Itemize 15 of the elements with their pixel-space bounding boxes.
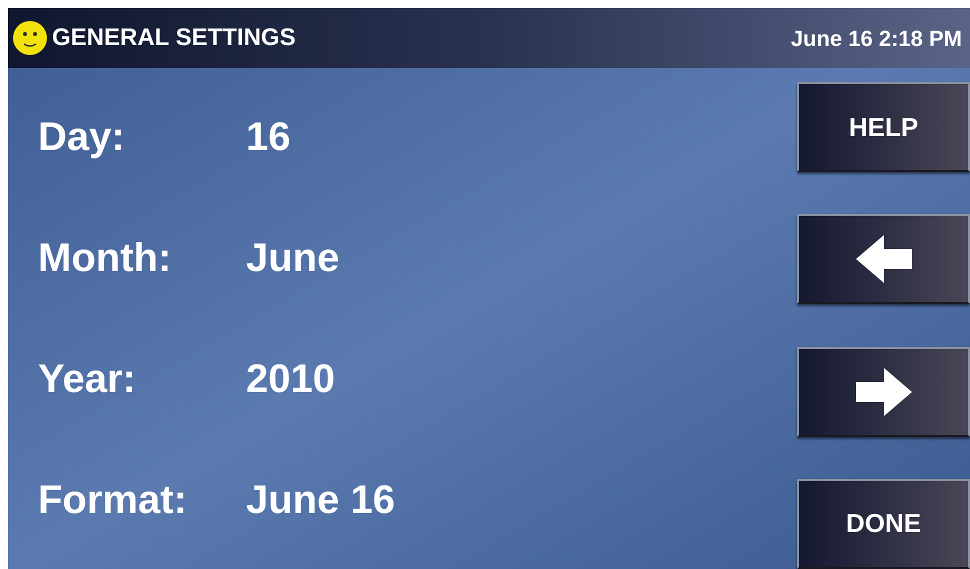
field-value: June 16 — [246, 477, 395, 524]
field-label: Year: — [38, 356, 137, 404]
screen-title: GENERAL SETTINGS — [52, 23, 296, 53]
smiley-icon — [12, 20, 48, 56]
next-button[interactable] — [797, 346, 970, 437]
date-time: June 16 2:18 PM — [790, 24, 963, 52]
field-value: 2010 — [246, 356, 335, 404]
field-label: Day: — [38, 114, 126, 161]
field-label: Format: — [38, 477, 188, 524]
text-button[interactable]: HELP — [797, 82, 970, 172]
field-value: 16 — [246, 114, 290, 161]
field-label: Month: — [38, 234, 172, 282]
previous-button[interactable] — [797, 214, 970, 304]
text-button[interactable]: DONE — [797, 478, 970, 569]
field-value: June — [246, 234, 340, 282]
